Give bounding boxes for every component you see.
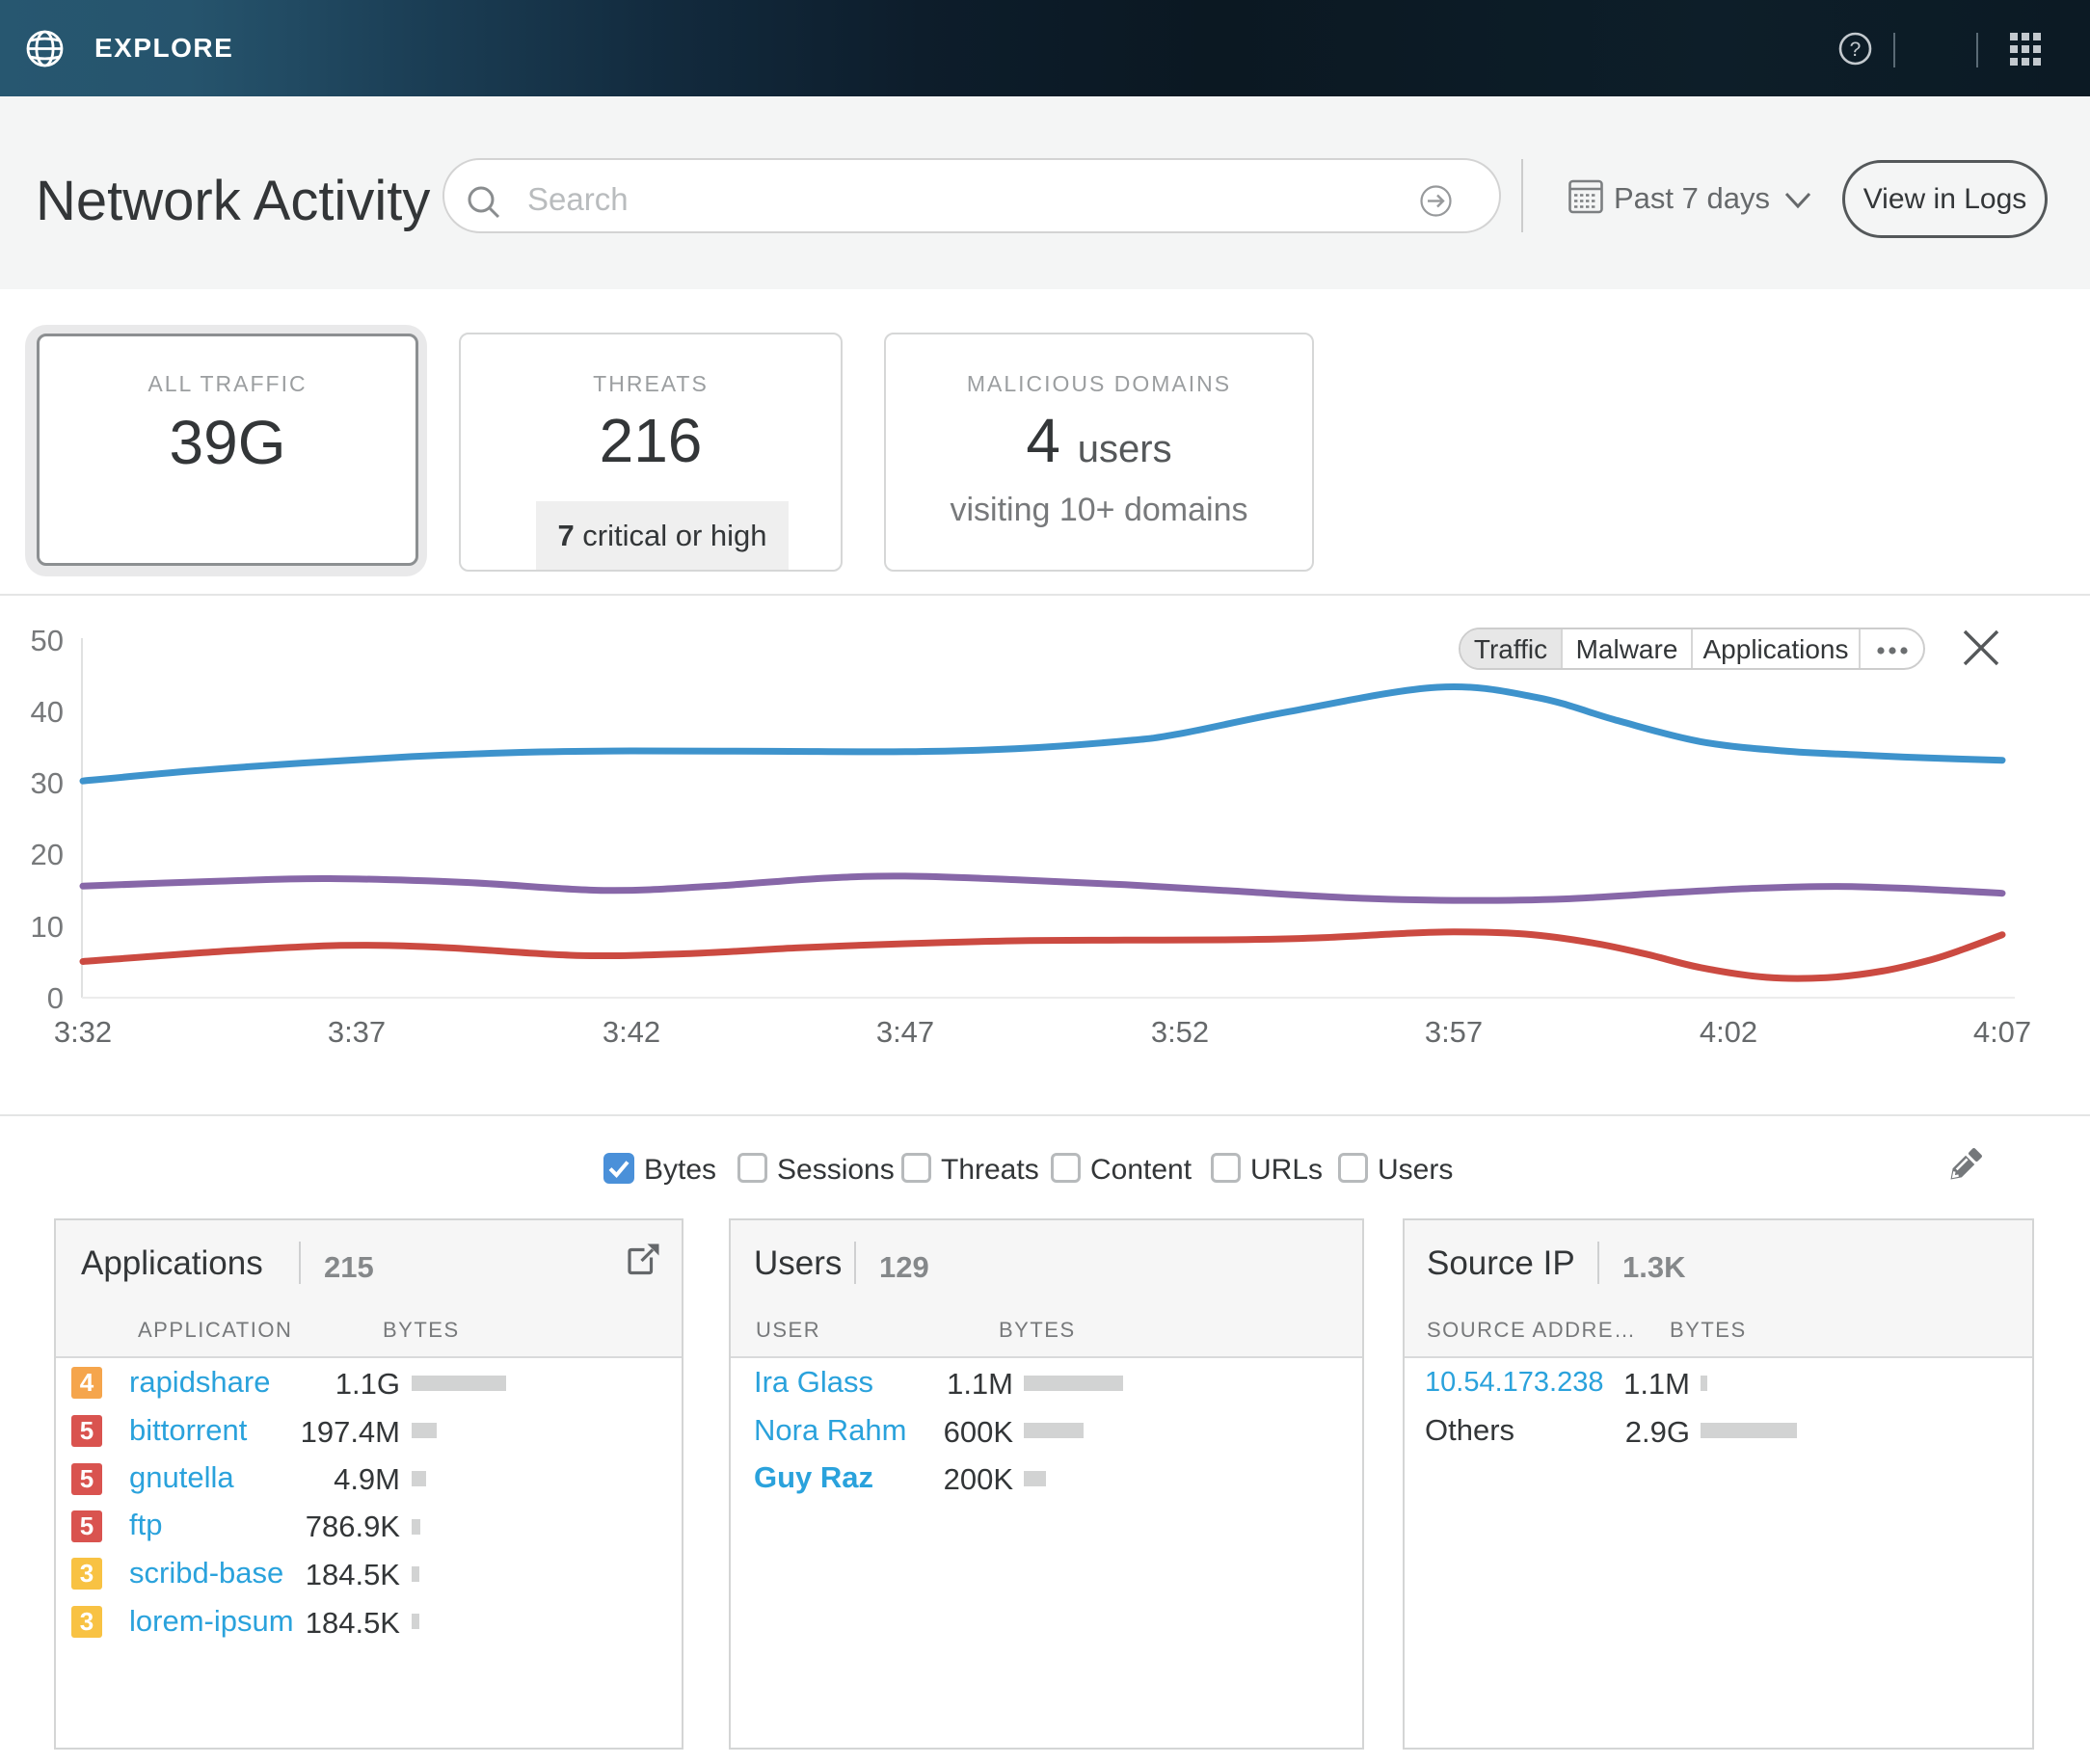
svg-text:?: ? [1850, 39, 1862, 61]
